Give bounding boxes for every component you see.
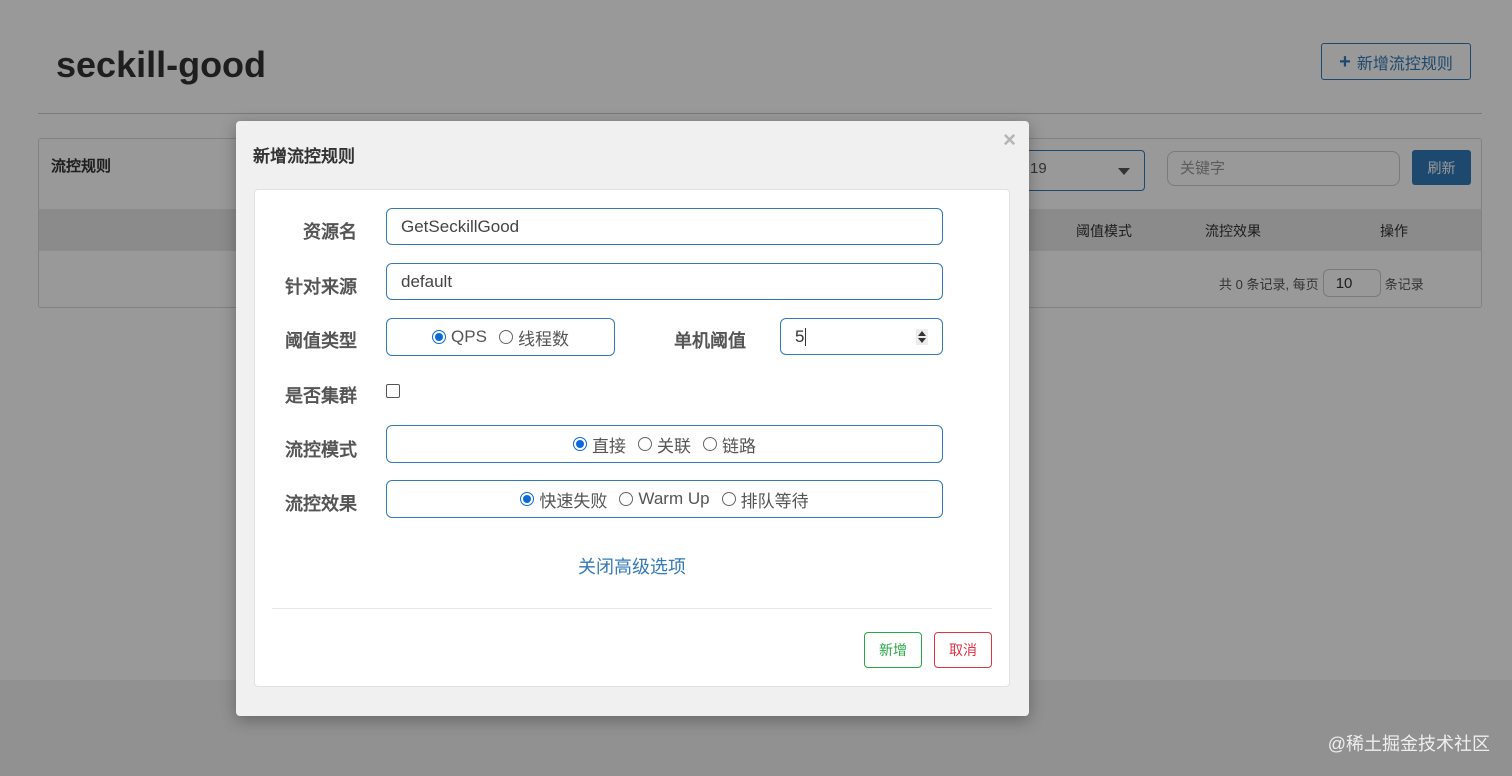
threshold-type-radio-group: QPS 线程数 [386,318,615,356]
radio-label: QPS [451,327,487,346]
threshold-type-label: 阈值类型 [285,331,357,351]
radio-button[interactable] [520,492,535,506]
radio-label: Warm Up [638,489,710,508]
radio-label: 排队等待 [740,491,809,511]
resource-name-label: 资源名 [303,222,357,242]
radio-option-fast-fail[interactable]: 快速失败 [520,487,607,512]
text-cursor [805,327,807,346]
limit-origin-input[interactable] [386,263,943,300]
radio-option-warm-up[interactable]: Warm Up [619,489,710,509]
cluster-mode-label: 是否集群 [285,386,357,406]
dialog-title: 新增流控规则 [253,147,355,166]
radio-option-thread-count[interactable]: 线程数 [498,325,569,350]
radio-button[interactable] [703,437,717,451]
cancel-button[interactable]: 取消 [934,632,992,668]
cluster-mode-checkbox[interactable] [386,384,400,398]
radio-label: 快速失败 [539,491,608,511]
limit-origin-label: 针对来源 [285,277,357,297]
resource-name-input[interactable] [386,208,943,245]
number-spinner-icon[interactable] [916,329,928,345]
radio-option-relate[interactable]: 关联 [638,432,691,457]
radio-button[interactable] [498,330,513,344]
radio-label: 直接 [592,436,626,456]
radio-button[interactable] [638,437,652,451]
add-button[interactable]: 新增 [864,632,922,668]
flow-control-mode-radio-group: 直接 关联 链路 [386,425,943,463]
radio-label: 关联 [657,436,691,456]
single-threshold-label: 单机阈值 [674,331,746,351]
footer-divider [272,608,992,609]
flow-control-effect-radio-group: 快速失败 Warm Up 排队等待 [386,480,943,518]
radio-option-direct[interactable]: 直接 [573,432,626,457]
add-flow-rule-dialog: 新增流控规则 × 资源名 针对来源 阈值类型 QPS 线程数 单机阈值 5 [236,121,1029,716]
flow-control-effect-label: 流控效果 [285,494,357,514]
close-advanced-options-link[interactable]: 关闭高级选项 [255,553,1009,579]
watermark: @稀土掘金技术社区 [1327,734,1490,754]
radio-button[interactable] [721,492,736,506]
close-icon[interactable]: × [1003,127,1016,153]
radio-label: 链路 [722,436,756,456]
radio-button[interactable] [432,330,447,344]
radio-option-qps[interactable]: QPS [432,327,487,347]
radio-option-chain[interactable]: 链路 [703,432,756,457]
dialog-body: 资源名 针对来源 阈值类型 QPS 线程数 单机阈值 5 是否集群 流控模式 [254,189,1010,687]
flow-control-mode-label: 流控模式 [285,440,357,460]
radio-button[interactable] [619,492,634,506]
radio-option-queue-wait[interactable]: 排队等待 [721,487,809,512]
single-threshold-input[interactable]: 5 [780,318,943,355]
single-threshold-value: 5 [795,326,805,346]
radio-button[interactable] [573,437,587,451]
radio-label: 线程数 [517,329,569,349]
